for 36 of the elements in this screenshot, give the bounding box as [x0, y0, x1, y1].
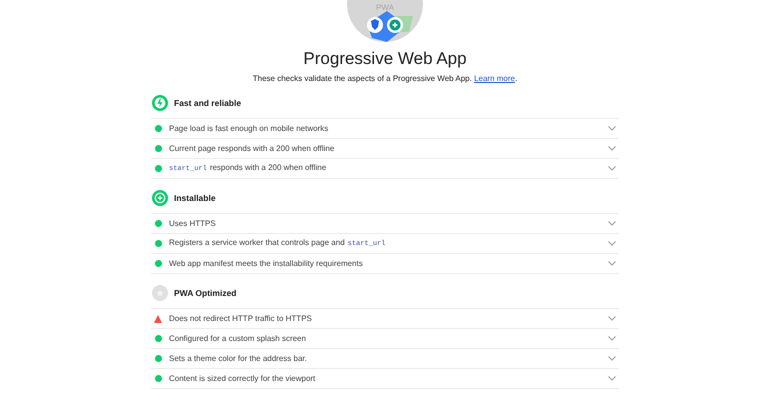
audit-title: Current page responds with a 200 when offline	[169, 142, 334, 154]
page-title: Progressive Web App	[303, 48, 467, 70]
section-title: Fast and reliable	[174, 96, 242, 110]
chevron-down-icon	[608, 356, 616, 361]
chevron-down-icon	[608, 166, 616, 171]
shield-icon	[367, 17, 383, 33]
audit-title: Sets a theme color for the address bar.	[169, 352, 307, 364]
chevron-down-icon	[608, 221, 616, 226]
audit-row[interactable]: Sets a theme color for the address bar.	[151, 349, 619, 369]
plus-icon	[387, 17, 403, 33]
audit-title: Page load is fast enough on mobile networks	[169, 122, 328, 134]
section-title: PWA Optimized	[174, 286, 236, 300]
audit-row[interactable]: Current page responds with a 200 when offline	[151, 139, 619, 159]
audit-row[interactable]: Web app manifest meets the installability requirements	[151, 254, 619, 274]
audit-title: Does not redirect HTTP traffic to HTTPS	[169, 312, 312, 324]
chevron-down-icon	[608, 336, 616, 341]
audit-title: Content is sized correctly for the viewport	[169, 372, 316, 384]
audit-row[interactable]: Does not redirect HTTP traffic to HTTPS	[151, 309, 619, 329]
audit-row[interactable]: Content is sized correctly for the viewport	[151, 369, 619, 389]
section-title: Installable	[174, 192, 216, 204]
description-text: These checks validate the aspects of a Progressive Web App. Learn more.	[252, 73, 518, 85]
audit-row[interactable]: Page load is fast enough on mobile networks	[151, 119, 619, 139]
audit-row[interactable]: Uses HTTPS	[151, 214, 619, 234]
audit-title: Web app manifest meets the installability requirements	[169, 258, 363, 270]
audit-title: Registers a service worker that controls page and	[169, 237, 345, 250]
audit-row[interactable]: Configured for a custom splash screen	[151, 329, 619, 349]
chevron-down-icon	[608, 126, 616, 131]
chevron-down-icon	[608, 376, 616, 381]
audit-title: Configured for a custom splash screen	[169, 332, 306, 344]
chevron-down-icon	[608, 261, 616, 266]
audit-title: Uses HTTPS	[169, 218, 216, 230]
chevron-down-icon	[608, 146, 616, 151]
learn-more-link[interactable]: Learn more	[474, 74, 515, 83]
chevron-down-icon	[608, 316, 616, 321]
audit-title: responds with a 200 when offline	[210, 162, 326, 174]
chevron-down-icon	[608, 241, 616, 246]
